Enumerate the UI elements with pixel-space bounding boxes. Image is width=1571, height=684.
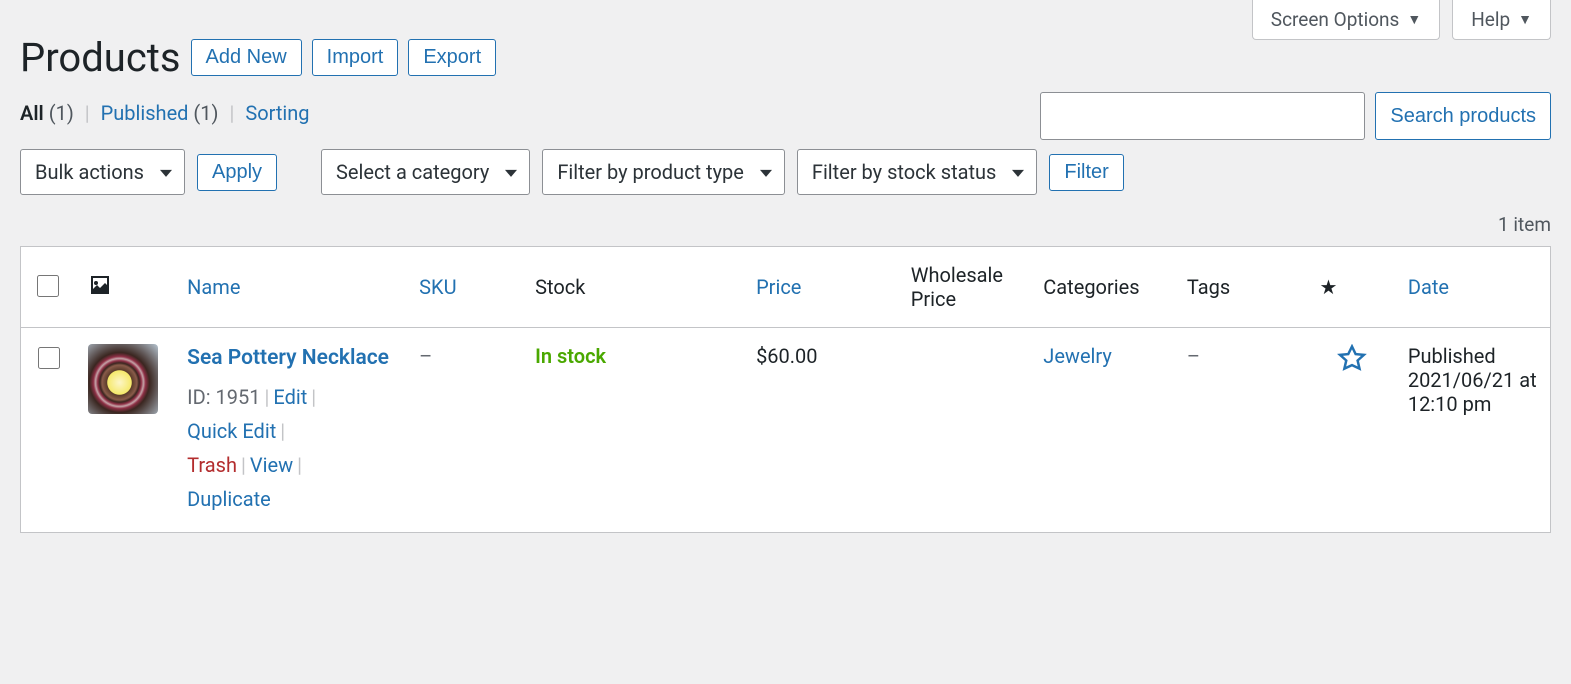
star-icon: ★ — [1319, 275, 1337, 299]
page-title: Products — [20, 34, 181, 81]
screen-options-label: Screen Options — [1271, 8, 1400, 31]
help-label: Help — [1471, 8, 1510, 31]
row-actions: ID: 1951|Edit| Quick Edit| Trash|View| D… — [187, 380, 395, 516]
filter-published[interactable]: Published (1) — [101, 101, 219, 125]
col-date[interactable]: Date — [1396, 247, 1551, 328]
filter-all[interactable]: All (1) — [20, 101, 74, 125]
screen-options-tab[interactable]: Screen Options ▼ — [1252, 0, 1440, 40]
import-button[interactable]: Import — [312, 39, 399, 76]
products-table: Name SKU Stock Price Wholesale Price Cat… — [20, 246, 1551, 533]
filter-button[interactable]: Filter — [1049, 154, 1123, 191]
select-all-checkbox[interactable] — [37, 275, 59, 297]
duplicate-link[interactable]: Duplicate — [187, 487, 271, 511]
col-tags: Tags — [1175, 247, 1308, 328]
category-select[interactable]: Select a category — [321, 149, 530, 195]
price-value: $60.00 — [756, 344, 817, 368]
chevron-down-icon: ▼ — [1407, 11, 1421, 28]
quick-edit-link[interactable]: Quick Edit — [187, 419, 276, 443]
product-id: ID: 1951 — [187, 385, 260, 409]
col-price[interactable]: Price — [744, 247, 899, 328]
stock-status: In stock — [535, 344, 606, 368]
tags-value: – — [1187, 344, 1200, 368]
col-name[interactable]: Name — [175, 247, 407, 328]
search-input[interactable] — [1040, 92, 1365, 140]
filter-sorting[interactable]: Sorting — [245, 101, 309, 125]
col-sku[interactable]: SKU — [407, 247, 523, 328]
date-value: 2021/06/21 at 12:10 pm — [1408, 368, 1537, 416]
row-checkbox[interactable] — [38, 347, 60, 369]
col-wholesale: Wholesale Price — [899, 247, 1032, 328]
add-new-button[interactable]: Add New — [191, 39, 302, 76]
category-link[interactable]: Jewelry — [1043, 344, 1112, 368]
date-status: Published — [1408, 344, 1496, 368]
stock-status-select[interactable]: Filter by stock status — [797, 149, 1038, 195]
help-tab[interactable]: Help ▼ — [1452, 0, 1551, 40]
export-button[interactable]: Export — [408, 39, 496, 76]
search-products-button[interactable]: Search products — [1375, 92, 1551, 140]
chevron-down-icon: ▼ — [1518, 11, 1532, 28]
table-row: Sea Pottery Necklace ID: 1951|Edit| Quic… — [21, 328, 1551, 533]
sku-value: – — [419, 344, 432, 368]
item-count: 1 item — [20, 213, 1551, 236]
col-categories: Categories — [1031, 247, 1175, 328]
view-link[interactable]: View — [250, 453, 293, 477]
col-stock: Stock — [523, 247, 744, 328]
product-type-select[interactable]: Filter by product type — [542, 149, 785, 195]
product-thumbnail[interactable] — [88, 344, 158, 414]
bulk-actions-select[interactable]: Bulk actions — [20, 149, 185, 195]
featured-toggle[interactable] — [1337, 355, 1367, 379]
image-column-icon — [88, 278, 112, 302]
col-featured: ★ — [1307, 247, 1395, 328]
trash-link[interactable]: Trash — [187, 453, 237, 477]
apply-button[interactable]: Apply — [197, 154, 277, 191]
edit-link[interactable]: Edit — [273, 385, 307, 409]
product-title-link[interactable]: Sea Pottery Necklace — [187, 344, 389, 372]
